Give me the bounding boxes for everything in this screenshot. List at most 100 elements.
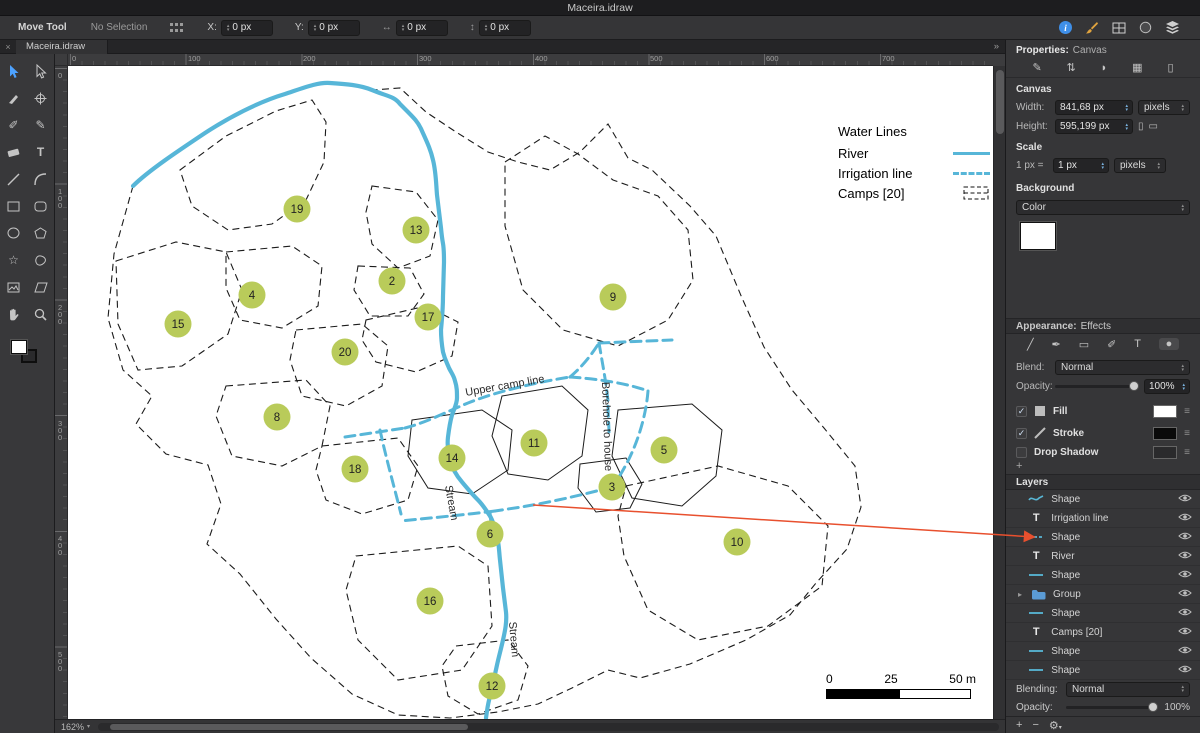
visibility-eye-icon[interactable] — [1178, 569, 1192, 582]
stroke-options-icon[interactable]: ≡ — [1184, 428, 1190, 439]
blend-mode-select[interactable]: Normal ▴ ▾ — [1055, 360, 1190, 375]
layer-row-river[interactable]: T River — [1006, 547, 1200, 566]
layer-row-group[interactable]: ▸ Group — [1006, 585, 1200, 604]
brush-effect-icon[interactable]: ✐ — [1107, 338, 1116, 351]
stroke-effect-icon[interactable]: ╱ — [1027, 338, 1034, 351]
record-circle-icon[interactable] — [1139, 21, 1152, 34]
horizontal-scroll-thumb[interactable] — [110, 723, 469, 730]
camp-marker[interactable]: 19 — [283, 195, 311, 223]
layer-opacity-slider[interactable] — [1066, 701, 1159, 712]
opacity-input[interactable]: 100% ▴ ▾ — [1144, 379, 1190, 394]
tab-overflow-icon[interactable]: » — [994, 41, 1005, 52]
scale-unit-select[interactable]: pixels ▴ ▾ — [1114, 158, 1166, 173]
arc-tool-icon[interactable] — [30, 170, 52, 188]
vertical-scrollbar[interactable] — [993, 66, 1005, 719]
freeform-tool-icon[interactable] — [30, 251, 52, 269]
visibility-eye-icon[interactable] — [1178, 626, 1192, 639]
brush-icon[interactable] — [1085, 21, 1099, 35]
grid-icon[interactable] — [1112, 22, 1126, 34]
grid-tab-icon[interactable]: ▦ — [1132, 61, 1142, 74]
image-tool-icon[interactable] — [3, 278, 25, 296]
stroke-swatch[interactable] — [1153, 426, 1178, 440]
camp-marker[interactable]: 20 — [331, 338, 359, 366]
remove-layer-button[interactable]: − — [1032, 719, 1038, 731]
pen-tab-icon[interactable]: ✎ — [1032, 61, 1041, 74]
star-tool-icon[interactable]: ☆ — [3, 251, 25, 269]
direct-select-tool-icon[interactable] — [30, 62, 52, 80]
zoom-tool-icon[interactable] — [30, 305, 52, 323]
opacity-slider[interactable] — [1055, 381, 1139, 391]
shadow-checkbox[interactable] — [1016, 446, 1027, 458]
text-effect-icon[interactable]: T — [1134, 338, 1141, 350]
eraser-tool-icon[interactable] — [3, 143, 25, 161]
scale-value-input[interactable]: 1 px ▴ ▾ — [1053, 158, 1109, 173]
background-type-select[interactable]: Color ▴ ▾ — [1016, 200, 1190, 215]
polygon-tool-icon[interactable] — [30, 224, 52, 242]
visibility-eye-icon[interactable] — [1178, 512, 1192, 525]
visibility-eye-icon[interactable] — [1178, 588, 1192, 601]
camp-marker[interactable]: 16 — [416, 587, 444, 615]
alignment-grid-icon[interactable] — [169, 22, 185, 34]
camp-marker[interactable]: 18 — [341, 455, 369, 483]
height-stepper[interactable]: ▴ ▾ — [485, 23, 488, 32]
width-input[interactable]: ▴ ▾ 0 px — [395, 19, 448, 36]
add-effect-button[interactable]: + — [1006, 460, 1200, 472]
blending-mode-select[interactable]: Normal ▴ ▾ — [1066, 681, 1190, 697]
add-layer-button[interactable]: + — [1016, 719, 1022, 731]
layer-row-shape[interactable]: Shape — [1006, 490, 1200, 509]
background-color-swatch[interactable] — [1020, 222, 1056, 250]
y-input[interactable]: ▴ ▾ 0 px — [307, 19, 360, 36]
pencil-tool-icon[interactable]: ✎ — [30, 116, 52, 134]
y-stepper[interactable]: ▴ ▾ — [314, 23, 317, 32]
visibility-eye-icon[interactable] — [1178, 550, 1192, 563]
layer-row-shape[interactable]: Shape — [1006, 604, 1200, 623]
x-input[interactable]: ▴ ▾ 0 px — [220, 19, 273, 36]
height-input[interactable]: ▴ ▾ 0 px — [478, 19, 531, 36]
fill-swatch[interactable] — [1153, 404, 1178, 418]
camp-marker[interactable]: 10 — [723, 528, 751, 556]
document-tab[interactable]: Maceira.idraw — [16, 39, 109, 54]
knife-tool-icon[interactable] — [3, 89, 25, 107]
fill-color-swatch[interactable] — [11, 340, 27, 354]
map-text-label[interactable]: Borehole to house — [599, 382, 614, 472]
camp-marker[interactable]: 12 — [478, 672, 506, 700]
visibility-eye-icon[interactable] — [1178, 531, 1192, 544]
map-text-label[interactable]: Stream — [506, 621, 521, 657]
visibility-eye-icon[interactable] — [1178, 645, 1192, 658]
layer-row-camps-20-[interactable]: T Camps [20] — [1006, 623, 1200, 642]
landscape-orientation-icon[interactable]: ▭ — [1149, 121, 1158, 132]
canvas-height-input[interactable]: 595,199 px ▴ ▾ — [1055, 119, 1133, 134]
canvas-width-input[interactable]: 841,68 px ▴ ▾ — [1055, 100, 1133, 115]
text-tool-icon[interactable]: T — [30, 143, 52, 161]
shadow-options-icon[interactable]: ≡ — [1184, 447, 1190, 458]
info-icon[interactable]: i — [1059, 21, 1072, 34]
layer-row-shape[interactable]: Shape — [1006, 642, 1200, 661]
layer-row-shape[interactable]: Shape — [1006, 528, 1200, 547]
tab-close-icon[interactable]: × — [0, 42, 16, 52]
camp-markers[interactable]: 19 13 2 4 17 9 15 20 8 14 11 5 18 3 6 10 16 12 — [164, 195, 751, 700]
fill-options-icon[interactable]: ≡ — [1184, 406, 1190, 417]
brush-tool-icon[interactable]: ✐ — [3, 116, 25, 134]
camp-marker[interactable]: 15 — [164, 310, 192, 338]
layer-row-shape[interactable]: Shape — [1006, 661, 1200, 680]
visibility-eye-icon[interactable] — [1178, 607, 1192, 620]
rounded-rect-tool-icon[interactable] — [30, 197, 52, 215]
camp-marker[interactable]: 2 — [378, 267, 406, 295]
fill-effect-icon[interactable]: ▭ — [1079, 338, 1089, 351]
disclosure-icon[interactable]: ▸ — [1018, 590, 1022, 599]
layer-row-irrigation-line[interactable]: T Irrigation line — [1006, 509, 1200, 528]
shape-tab-icon[interactable]: ◗ — [1101, 62, 1108, 74]
x-stepper[interactable]: ▴ ▾ — [227, 23, 230, 32]
camp-marker[interactable]: 6 — [476, 520, 504, 548]
fill-checkbox[interactable]: ✓ — [1016, 405, 1027, 417]
arrange-tab-icon[interactable]: ⇅ — [1067, 61, 1076, 74]
visibility-eye-icon[interactable] — [1178, 664, 1192, 677]
shadow-swatch[interactable] — [1153, 445, 1178, 459]
camp-marker[interactable]: 14 — [438, 444, 466, 472]
width-stepper[interactable]: ▴ ▾ — [402, 23, 405, 32]
layer-row-shape[interactable]: Shape — [1006, 566, 1200, 585]
page-tab-icon[interactable]: ▯ — [1167, 61, 1173, 74]
line-tool-icon[interactable] — [3, 170, 25, 188]
shape-effect-icon[interactable]: ● — [1158, 338, 1179, 350]
width-unit-select[interactable]: pixels ▴ ▾ — [1138, 100, 1190, 115]
